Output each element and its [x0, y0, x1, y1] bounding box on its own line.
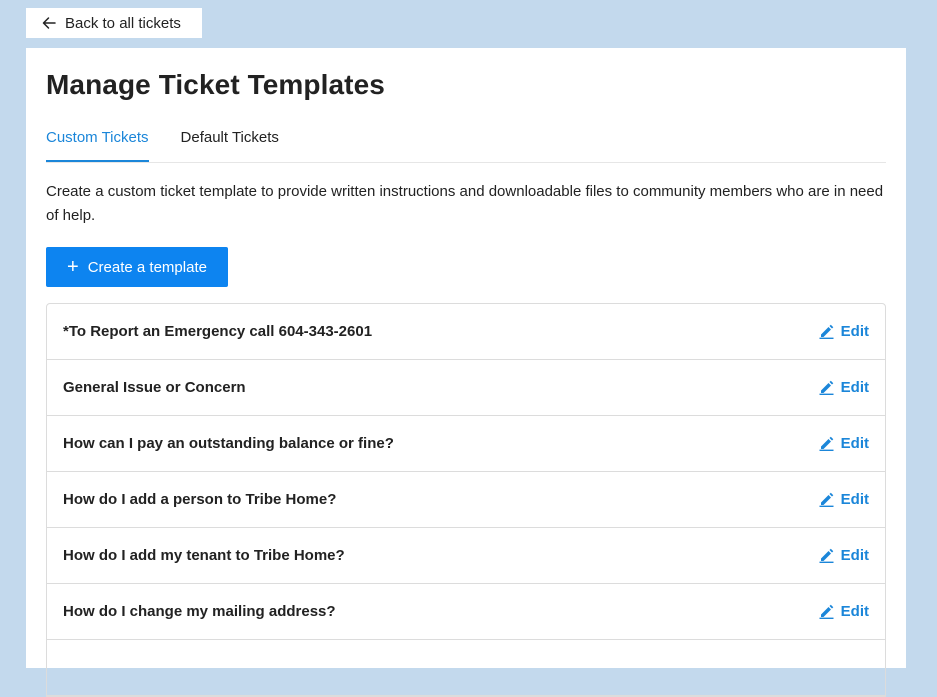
back-button-label: Back to all tickets [65, 14, 181, 32]
template-row: General Issue or Concern Edit [47, 360, 885, 416]
template-row: How do I add a person to Tribe Home? Edi… [47, 472, 885, 528]
template-name: *To Report an Emergency call 604-343-260… [63, 323, 373, 340]
edit-label: Edit [840, 435, 869, 452]
edit-label: Edit [840, 491, 869, 508]
pencil-icon [819, 548, 834, 563]
create-template-label: Create a template [87, 258, 207, 276]
template-row: *To Report an Emergency call 604-343-260… [47, 304, 885, 360]
template-name: How do I add a person to Tribe Home? [63, 491, 337, 508]
page-description: Create a custom ticket template to provi… [46, 183, 884, 224]
create-template-button[interactable]: + Create a template [46, 247, 228, 287]
plus-icon: + [67, 256, 79, 278]
template-row: How do I change my mailing address? Edit [47, 584, 885, 640]
pencil-icon [819, 492, 834, 507]
edit-label: Edit [840, 323, 869, 340]
edit-template-button[interactable]: Edit [819, 323, 869, 340]
edit-template-button[interactable]: Edit [819, 547, 869, 564]
page-title: Manage Ticket Templates [46, 69, 385, 100]
back-to-all-tickets-button[interactable]: Back to all tickets [26, 8, 202, 38]
pencil-icon [819, 324, 834, 339]
edit-template-button[interactable]: Edit [819, 379, 869, 396]
edit-template-button[interactable]: Edit [819, 435, 869, 452]
edit-template-button[interactable]: Edit [819, 603, 869, 620]
template-name: How do I add my tenant to Tribe Home? [63, 547, 345, 564]
template-row [47, 640, 885, 696]
template-name: How can I pay an outstanding balance or … [63, 435, 394, 452]
template-name: General Issue or Concern [63, 379, 246, 396]
template-row: How do I add my tenant to Tribe Home? Ed… [47, 528, 885, 584]
template-row: How can I pay an outstanding balance or … [47, 416, 885, 472]
template-name: How do I change my mailing address? [63, 603, 336, 620]
edit-label: Edit [840, 603, 869, 620]
templates-card: Manage Ticket Templates Custom Tickets D… [26, 48, 906, 697]
tab-bar: Custom Tickets Default Tickets [46, 118, 886, 163]
pencil-icon [819, 436, 834, 451]
tab-custom-tickets[interactable]: Custom Tickets [46, 118, 149, 162]
pencil-icon [819, 380, 834, 395]
arrow-left-icon [41, 15, 57, 31]
tab-default-tickets[interactable]: Default Tickets [181, 118, 279, 162]
edit-template-button[interactable]: Edit [819, 491, 869, 508]
template-list: *To Report an Emergency call 604-343-260… [46, 303, 886, 697]
edit-label: Edit [840, 547, 869, 564]
pencil-icon [819, 604, 834, 619]
edit-label: Edit [840, 379, 869, 396]
